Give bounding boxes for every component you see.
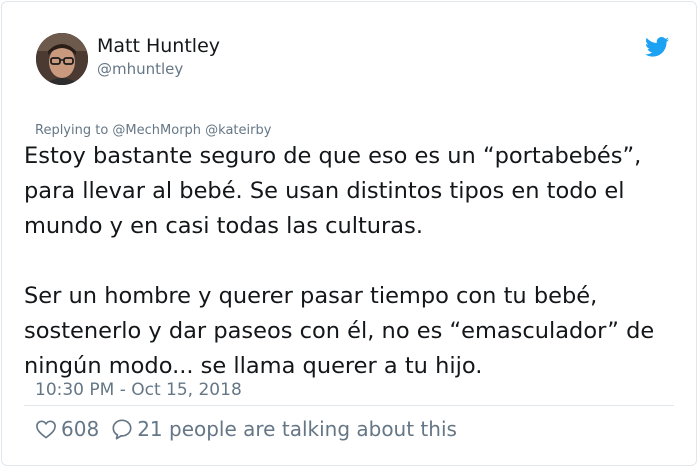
tweet-paragraph-2: Ser un hombre y querer pasar tiempo con … [24,283,655,379]
divider [24,405,674,406]
avatar[interactable] [36,33,88,85]
tweet-text: Estoy bastante seguro de que eso es un “… [24,139,694,384]
tweet-card: Matt Huntley @mhuntley Replying to @Mech… [1,1,697,466]
speech-bubble-icon[interactable] [111,418,133,440]
avatar-image [36,33,88,85]
heart-icon[interactable] [35,419,57,439]
likes-count: 608 [61,417,100,441]
author-display-name[interactable]: Matt Huntley [97,35,220,57]
twitter-bird-icon[interactable] [645,37,669,57]
talking-about-link[interactable]: 21 people are talking about this [137,417,457,441]
tweet-timestamp[interactable]: 10:30 PM - Oct 15, 2018 [35,380,242,400]
replying-to: Replying to @MechMorph @kateirby [35,123,272,138]
engagement-bar: 608 21 people are talking about this [35,415,457,443]
tweet-paragraph-1: Estoy bastante seguro de que eso es un “… [24,143,642,239]
author-handle[interactable]: @mhuntley [97,60,183,78]
